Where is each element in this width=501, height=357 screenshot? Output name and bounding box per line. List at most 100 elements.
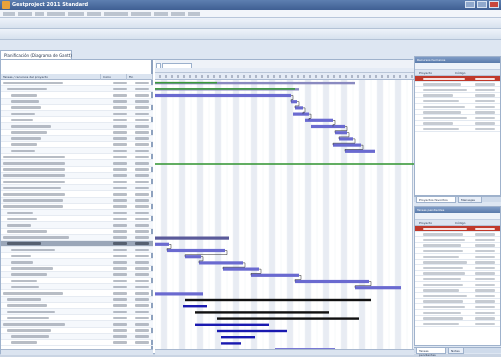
tab-pending-tasks[interactable]: Tareas pendientes	[416, 348, 446, 357]
task-name-cell	[11, 149, 35, 153]
end-date-cell	[135, 87, 149, 91]
tab-label: Notas	[451, 349, 460, 353]
menu-item[interactable]	[47, 12, 65, 16]
timescale-day-label	[207, 75, 209, 78]
start-date-cell	[113, 199, 127, 202]
resources-column-code[interactable]: Código	[455, 71, 465, 75]
gantt-task-bar	[335, 131, 347, 135]
menu-item[interactable]	[131, 12, 151, 16]
table-row[interactable]	[1, 340, 153, 347]
maximize-button[interactable]	[477, 1, 487, 8]
task-name-cell	[7, 211, 33, 215]
list-item-text	[423, 116, 467, 120]
end-date-cell	[135, 100, 149, 103]
grid-horizontal-scrollbar[interactable]	[1, 349, 153, 355]
list-item-code	[475, 294, 495, 298]
start-date-cell	[113, 155, 127, 159]
list-item-text	[423, 266, 463, 270]
menu-bar	[0, 10, 501, 18]
list-item-text	[423, 277, 461, 281]
menu-item[interactable]	[104, 12, 128, 16]
menu-item[interactable]	[171, 12, 185, 16]
secondary-toolbar	[0, 29, 501, 40]
menu-item[interactable]	[18, 12, 32, 16]
menu-item[interactable]	[154, 12, 168, 16]
menu-item[interactable]	[3, 12, 15, 16]
start-date-cell	[113, 335, 127, 338]
timescale-day-label	[381, 75, 383, 78]
list-item-text	[423, 255, 459, 258]
end-date-cell	[135, 81, 149, 85]
timescale-day-label	[303, 75, 305, 78]
menu-item[interactable]	[188, 12, 200, 16]
start-date-cell	[113, 137, 127, 140]
task-name-cell	[7, 223, 31, 227]
list-item-code	[475, 99, 495, 103]
task-name-cell	[3, 322, 65, 326]
grid-rows	[1, 80, 153, 347]
menu-item[interactable]	[87, 12, 101, 16]
end-date-cell	[135, 261, 149, 264]
task-name-cell	[3, 174, 65, 177]
gantt-horizontal-scrollbar[interactable]	[155, 349, 414, 355]
window-controls	[465, 1, 499, 8]
list-item-text	[423, 233, 463, 236]
gantt-task-bar	[251, 273, 299, 277]
tab-messages[interactable]: Mensajes	[458, 197, 482, 203]
task-grid: Tareas / recursos del proyecto Inicio Fi…	[1, 60, 153, 355]
list-item-text	[423, 249, 463, 253]
tab-favorite-projects[interactable]: Proyectos favoritos	[416, 197, 456, 203]
start-date-cell	[113, 186, 127, 190]
end-date-cell	[135, 298, 149, 301]
close-button[interactable]	[489, 1, 499, 8]
task-name-cell	[11, 254, 31, 258]
timescale-day-label	[321, 75, 323, 78]
end-date-cell	[135, 205, 149, 208]
start-date-cell	[113, 81, 127, 85]
gantt-task-bar	[155, 242, 169, 246]
list-item-code	[475, 233, 495, 236]
nonworking-band	[377, 80, 383, 355]
start-date-cell	[113, 242, 127, 246]
task-name-cell	[3, 155, 65, 159]
timescale-day-label	[315, 75, 317, 78]
start-date-cell	[113, 285, 127, 289]
task-name-cell	[11, 93, 37, 97]
pending-column-project[interactable]: Proyecto	[419, 221, 432, 225]
gantt-task-bar	[311, 124, 345, 129]
timescale-day-label	[273, 75, 275, 78]
list-item-text	[423, 122, 453, 125]
tab-notes[interactable]: Notas	[448, 348, 464, 354]
list-item[interactable]	[415, 126, 500, 132]
start-date-cell	[113, 279, 127, 283]
timescale-day-label	[309, 75, 311, 78]
list-item-code	[475, 272, 495, 275]
list-item-text	[423, 283, 463, 286]
nonworking-band	[269, 80, 275, 355]
end-date-cell	[135, 118, 149, 122]
end-date-cell	[135, 242, 149, 246]
pending-column-code[interactable]: Código	[455, 221, 465, 225]
end-date-cell	[135, 254, 149, 258]
timescale-day-label	[201, 75, 203, 78]
gantt-bars	[155, 80, 414, 355]
list-item-code	[475, 94, 495, 97]
task-name-cell	[11, 261, 33, 264]
minimize-button[interactable]	[465, 1, 475, 8]
end-date-cell	[135, 168, 149, 171]
pending-panel-title-text: Tareas pendientes	[417, 208, 445, 212]
document-tab[interactable]: Planificación (Diagrama de Gantt)	[0, 50, 72, 59]
task-name-cell	[11, 100, 39, 103]
list-item[interactable]	[415, 321, 500, 327]
end-date-cell	[135, 112, 149, 116]
task-name-cell	[3, 205, 63, 208]
task-name-cell	[11, 285, 39, 289]
menu-item[interactable]	[35, 12, 44, 16]
list-item-code	[475, 111, 495, 114]
resources-column-project[interactable]: Proyecto	[419, 71, 432, 75]
task-name-cell	[11, 118, 33, 122]
menu-item[interactable]	[68, 12, 84, 16]
timescale-day-label	[387, 75, 389, 78]
gantt-task-bar	[333, 143, 361, 147]
end-date-cell	[135, 186, 149, 190]
